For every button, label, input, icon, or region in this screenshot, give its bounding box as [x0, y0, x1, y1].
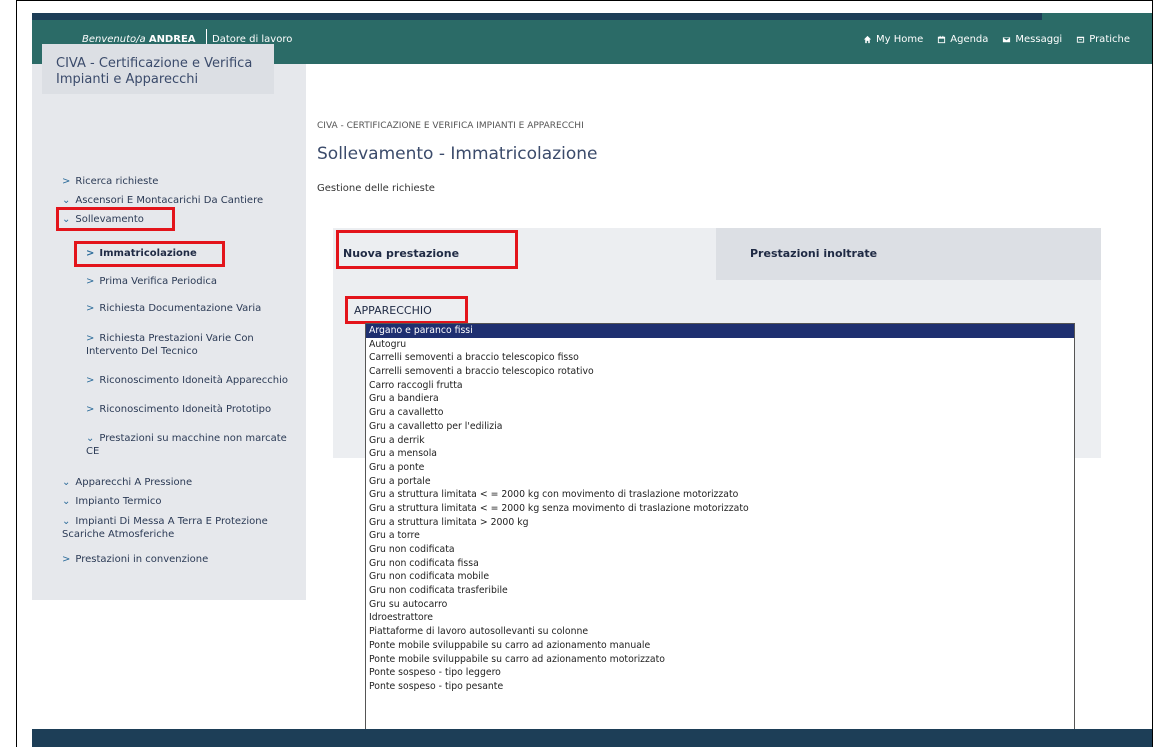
sidebar-item-label: Riconoscimento Idoneità Apparecchio: [99, 375, 288, 386]
sidebar-item-label: Richiesta Documentazione Varia: [99, 303, 262, 314]
sidebar-item-label: Ricerca richieste: [75, 176, 159, 187]
dropdown-option[interactable]: Carrelli semoventi a braccio telescopico…: [366, 351, 1074, 365]
dropdown-option[interactable]: Gru a struttura limitata < = 2000 kg sen…: [366, 502, 1074, 516]
sidebar-title: CIVA - Certificazione e Verifica Impiant…: [56, 56, 253, 87]
nav-agenda-label: Agenda: [950, 34, 989, 45]
chevron-right-icon: >: [86, 276, 95, 287]
dropdown-option[interactable]: Gru a cavalletto per l'edilizia: [366, 420, 1074, 434]
chevron-right-icon: >: [86, 404, 95, 415]
topbar-accent: [1042, 13, 1152, 20]
dropdown-option[interactable]: Idroestrattore: [366, 611, 1074, 625]
page-subtitle: Gestione delle richieste: [317, 183, 435, 194]
dropdown-option[interactable]: Carro raccogli frutta: [366, 379, 1074, 393]
sidebar-item-richiesta-documentazione[interactable]: > Richiesta Documentazione Varia: [86, 302, 261, 315]
sidebar-item-ricerca-richieste[interactable]: > Ricerca richieste: [62, 175, 158, 188]
dropdown-option[interactable]: Gru su autocarro: [366, 598, 1074, 612]
nav-pratiche[interactable]: Pratiche: [1076, 34, 1130, 45]
sidebar-item-label: Prima Verifica Periodica: [99, 276, 217, 287]
apparecchio-dropdown-list[interactable]: Argano e paranco fissi Autogru Carrelli se…: [365, 323, 1075, 747]
sidebar-item-label: Prestazioni su macchine non marcate CE: [86, 433, 287, 457]
dropdown-option[interactable]: Ponte mobile sviluppabile su carro ad az…: [366, 639, 1074, 653]
page-title: Sollevamento - Immatricolazione: [317, 144, 598, 164]
dropdown-option[interactable]: Gru a bandiera: [366, 392, 1074, 406]
dropdown-option[interactable]: Gru non codificata fissa: [366, 557, 1074, 571]
calendar-icon: [938, 35, 946, 44]
dropdown-option[interactable]: Piattaforme di lavoro autosollevanti su …: [366, 625, 1074, 639]
mail-icon: [1003, 37, 1011, 43]
nav-my-home[interactable]: My Home: [863, 34, 923, 45]
sidebar-item-label: Impianto Termico: [75, 496, 162, 507]
folder-icon: [1077, 36, 1085, 43]
nav-messaggi[interactable]: Messaggi: [1002, 34, 1062, 45]
dropdown-option[interactable]: Gru non codificata mobile: [366, 570, 1074, 584]
dropdown-option[interactable]: Gru non codificata trasferibile: [366, 584, 1074, 598]
nav-my-home-label: My Home: [875, 34, 924, 45]
sidebar-item-label: Riconoscimento Idoneità Prototipo: [99, 404, 272, 415]
dropdown-option[interactable]: Gru a portale: [366, 475, 1074, 489]
sidebar-item-ascensori[interactable]: ⌄ Ascensori E Montacarichi Da Cantiere: [62, 194, 263, 207]
sidebar-item-label: Richiesta Prestazioni Varie Con Interven…: [86, 333, 254, 357]
dropdown-option[interactable]: Ponte sospeso - tipo leggero: [366, 666, 1074, 680]
tab-prestazioni-inoltrate[interactable]: Prestazioni inoltrate: [716, 228, 1101, 280]
chevron-down-icon: ⌄: [86, 433, 95, 444]
breadcrumb: CIVA - CERTIFICAZIONE E VERIFICA IMPIANT…: [317, 121, 584, 131]
chevron-right-icon: >: [86, 333, 95, 344]
dropdown-option[interactable]: Ponte mobile sviluppabile su carro ad az…: [366, 653, 1074, 667]
chevron-down-icon: ⌄: [62, 477, 71, 488]
sidebar-item-label: Ascensori E Montacarichi Da Cantiere: [75, 195, 264, 206]
frame-left-border: [16, 0, 17, 747]
sidebar-item-prestazioni-non-marcate[interactable]: ⌄ Prestazioni su macchine non marcate CE: [86, 432, 301, 458]
sidebar-item-riconoscimento-apparecchio[interactable]: > Riconoscimento Idoneità Apparecchio: [86, 374, 288, 387]
dropdown-option[interactable]: Gru a mensola: [366, 447, 1074, 461]
sidebar-item-label: Apparecchi A Pressione: [75, 477, 193, 488]
top-nav-links: My Home Agenda Messaggi Pratiche: [863, 34, 1130, 45]
dropdown-option[interactable]: Argano e paranco fissi: [366, 324, 1074, 338]
sidebar-item-impianti-messa-a-terra[interactable]: ⌄ Impianti Di Messa A Terra E Protezione …: [62, 515, 302, 541]
highlight-immatricolazione: [74, 241, 225, 267]
home-icon: [863, 35, 872, 44]
highlight-sollevamento: [56, 207, 175, 231]
chevron-down-icon: ⌄: [62, 195, 71, 206]
dropdown-option[interactable]: Ponte sospeso - tipo pesante: [366, 680, 1074, 694]
sidebar-item-richiesta-prestazioni[interactable]: > Richiesta Prestazioni Varie Con Interve…: [86, 332, 301, 358]
sidebar-item-label: Impianti Di Messa A Terra E Protezione S…: [62, 516, 268, 540]
highlight-nuova-prestazione: [336, 230, 518, 269]
sidebar-item-riconoscimento-prototipo[interactable]: > Riconoscimento Idoneità Prototipo: [86, 403, 271, 416]
sidebar-item-prestazioni-convenzione[interactable]: > Prestazioni in convenzione: [62, 553, 208, 566]
dropdown-option[interactable]: Gru a struttura limitata > 2000 kg: [366, 516, 1074, 530]
sidebar-item-impianto-termico[interactable]: ⌄ Impianto Termico: [62, 495, 162, 508]
dropdown-option[interactable]: Autogru: [366, 338, 1074, 352]
dropdown-option[interactable]: Gru a struttura limitata < = 2000 kg con…: [366, 488, 1074, 502]
sidebar-item-prima-verifica[interactable]: > Prima Verifica Periodica: [86, 275, 217, 288]
sidebar-item-apparecchi-pressione[interactable]: ⌄ Apparecchi A Pressione: [62, 476, 192, 489]
dropdown-option[interactable]: Gru non codificata: [366, 543, 1074, 557]
chevron-right-icon: >: [86, 375, 95, 386]
dropdown-option[interactable]: Gru a derrik: [366, 434, 1074, 448]
footer-bar: [32, 729, 1152, 747]
chevron-down-icon: ⌄: [62, 516, 71, 527]
nav-messaggi-label: Messaggi: [1015, 34, 1063, 45]
nav-pratiche-label: Pratiche: [1089, 34, 1130, 45]
nav-agenda[interactable]: Agenda: [937, 34, 988, 45]
dropdown-option[interactable]: Gru a torre: [366, 529, 1074, 543]
frame-top-border: [16, 0, 1153, 1]
sidebar-item-label: Prestazioni in convenzione: [75, 554, 209, 565]
chevron-right-icon: >: [62, 176, 71, 187]
chevron-down-icon: ⌄: [62, 496, 71, 507]
highlight-apparecchio: [345, 296, 468, 324]
chevron-right-icon: >: [62, 554, 71, 565]
dropdown-option[interactable]: Carrelli semoventi a braccio telescopico…: [366, 365, 1074, 379]
frame-right-border: [1152, 0, 1153, 747]
dropdown-option[interactable]: Gru a ponte: [366, 461, 1074, 475]
dropdown-option[interactable]: Gru a cavalletto: [366, 406, 1074, 420]
chevron-right-icon: >: [86, 303, 95, 314]
